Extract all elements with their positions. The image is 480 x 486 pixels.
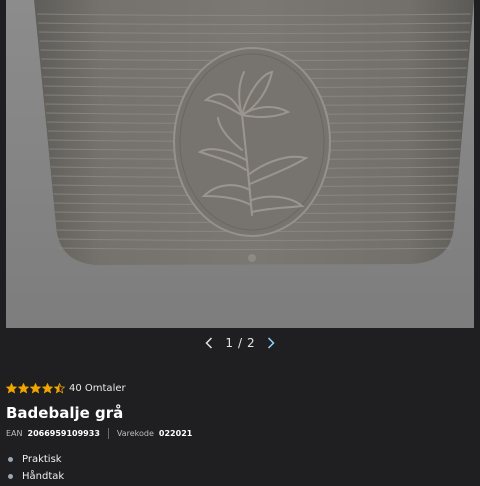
sku-value: 022021 [158, 429, 193, 438]
product-codes: EAN 2066959109933 Varekode 022021 [6, 428, 192, 439]
star-icon [30, 383, 41, 394]
sku-label: Varekode [116, 429, 154, 438]
divider [107, 428, 109, 439]
feature-list: Praktisk Håndtak [6, 452, 64, 486]
rating-summary[interactable]: 40 Omtaler [6, 383, 126, 394]
review-count[interactable]: 40 Omtaler [69, 383, 126, 394]
feature-label: Håndtak [22, 471, 65, 482]
star-icon [54, 383, 65, 394]
ean-label: EAN [6, 429, 23, 438]
star-icon [18, 383, 29, 394]
list-item: Praktisk [6, 452, 64, 467]
page-separator: / [237, 336, 243, 350]
chevron-left-icon[interactable] [203, 336, 215, 350]
page-indicator: 1 / 2 [225, 336, 254, 350]
product-title: Badebalje grå [6, 404, 124, 422]
star-rating [6, 383, 65, 394]
star-icon [6, 383, 17, 394]
product-image [6, 0, 474, 328]
ean-value: 2066959109933 [27, 429, 100, 438]
chevron-right-icon[interactable] [265, 336, 277, 350]
bullet-icon [8, 474, 13, 479]
current-page: 1 [225, 336, 233, 350]
gallery-pager: 1 / 2 [0, 334, 480, 352]
list-item: Håndtak [6, 469, 64, 484]
feature-label: Praktisk [22, 454, 62, 465]
bullet-icon [8, 457, 13, 462]
total-pages: 2 [247, 336, 255, 350]
product-image-gallery[interactable] [6, 0, 474, 328]
star-icon [42, 383, 53, 394]
